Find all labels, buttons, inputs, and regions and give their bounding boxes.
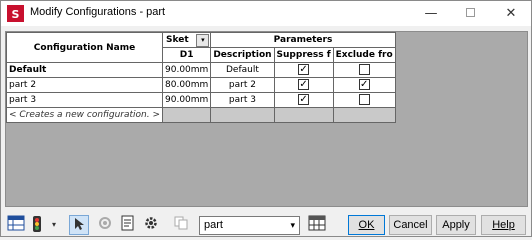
- window-title: Modify Configurations - part: [30, 6, 166, 18]
- minimize-icon: —: [424, 6, 438, 21]
- d1-cell[interactable]: 90.00mm: [162, 62, 212, 78]
- cancel-label: Cancel: [393, 219, 428, 231]
- apply-label: Apply: [442, 219, 470, 231]
- column-header-d1[interactable]: D1: [162, 47, 212, 63]
- exclude-checkbox[interactable]: [358, 93, 370, 105]
- svg-text:S: S: [12, 8, 20, 21]
- close-icon: ✕: [505, 6, 517, 21]
- exclude-cell[interactable]: ✓: [332, 77, 396, 93]
- close-button[interactable]: ✕: [494, 1, 528, 26]
- configuration-select[interactable]: part ▾: [199, 216, 300, 235]
- description-cell[interactable]: Default: [210, 62, 275, 78]
- empty-cell: [162, 107, 212, 123]
- configuration-table: Configuration Name Sket ▾ Parameters D1 …: [5, 32, 396, 123]
- gear-pointer-icon: [95, 215, 115, 235]
- suppress-checkbox[interactable]: ✓: [298, 93, 310, 105]
- gear-icon[interactable]: [141, 215, 161, 235]
- description-cell[interactable]: part 3: [210, 92, 275, 108]
- sketch-header-label: Sket: [166, 34, 189, 45]
- table-row[interactable]: Default 90.00mm Default ✓: [5, 62, 396, 78]
- maximize-button[interactable]: [453, 1, 487, 26]
- solidworks-app-icon: S: [7, 5, 24, 22]
- exclude-cell[interactable]: [332, 92, 396, 108]
- column-header-sketch[interactable]: Sket ▾: [162, 32, 212, 48]
- ok-button[interactable]: OK: [348, 215, 385, 235]
- cancel-button[interactable]: Cancel: [389, 215, 432, 235]
- minimize-button[interactable]: —: [414, 1, 448, 26]
- column-header-description[interactable]: Description: [210, 47, 275, 63]
- help-button[interactable]: Help: [481, 215, 526, 235]
- chevron-down-icon: ▾: [290, 220, 295, 230]
- bottom-toolbar: ▾ part ▾ OK Cancel Apply Help: [1, 210, 531, 238]
- new-configuration-cell[interactable]: < Creates a new configuration. >: [5, 107, 164, 123]
- header-row-top: Configuration Name Sket ▾ Parameters: [5, 32, 396, 63]
- suppress-cell[interactable]: ✓: [273, 92, 334, 108]
- exclude-checkbox[interactable]: ✓: [358, 78, 370, 90]
- configuration-name-cell[interactable]: Default: [5, 62, 164, 78]
- d1-cell[interactable]: 80.00mm: [162, 77, 212, 93]
- column-header-suppress[interactable]: Suppress f: [273, 47, 334, 63]
- pointer-select-icon[interactable]: [69, 215, 89, 235]
- title-bar: S Modify Configurations - part — ✕: [1, 1, 531, 26]
- configuration-grid-area: Configuration Name Sket ▾ Parameters D1 …: [5, 31, 528, 207]
- exclude-checkbox[interactable]: [358, 63, 370, 75]
- sketch-dropdown-button[interactable]: ▾: [196, 34, 210, 47]
- empty-cell: [273, 107, 334, 123]
- empty-cell: [332, 107, 396, 123]
- help-label: Help: [492, 219, 515, 231]
- configuration-select-value: part: [204, 219, 223, 231]
- configuration-name-cell[interactable]: part 2: [5, 77, 164, 93]
- configuration-name-cell[interactable]: part 3: [5, 92, 164, 108]
- traffic-light-icon[interactable]: [28, 215, 48, 235]
- empty-cell: [210, 107, 275, 123]
- chevron-down-icon[interactable]: ▾: [48, 215, 60, 235]
- d1-cell[interactable]: 90.00mm: [162, 92, 212, 108]
- properties-icon[interactable]: [118, 215, 138, 235]
- column-header-configuration-name[interactable]: Configuration Name: [5, 32, 164, 63]
- table-row[interactable]: part 3 90.00mm part 3 ✓: [5, 92, 396, 108]
- ok-label: OK: [358, 219, 375, 231]
- suppress-cell[interactable]: ✓: [273, 77, 334, 93]
- table-view-icon[interactable]: [6, 215, 26, 235]
- suppress-cell[interactable]: ✓: [273, 62, 334, 78]
- table-row[interactable]: part 2 80.00mm part 2 ✓ ✓: [5, 77, 396, 93]
- new-configuration-row[interactable]: < Creates a new configuration. >: [5, 107, 396, 123]
- modify-configurations-dialog: S Modify Configurations - part — ✕ Confi…: [0, 0, 532, 237]
- suppress-checkbox[interactable]: ✓: [298, 63, 310, 75]
- copy-icon: [171, 215, 191, 235]
- table-settings-icon[interactable]: [307, 215, 327, 235]
- column-header-exclude[interactable]: Exclude fro: [332, 47, 396, 63]
- maximize-icon: [465, 7, 475, 17]
- suppress-checkbox[interactable]: ✓: [298, 78, 310, 90]
- description-cell[interactable]: part 2: [210, 77, 275, 93]
- apply-button[interactable]: Apply: [436, 215, 476, 235]
- chevron-down-icon: ▾: [201, 36, 205, 44]
- exclude-cell[interactable]: [332, 62, 396, 78]
- column-header-parameters[interactable]: Parameters: [210, 32, 396, 48]
